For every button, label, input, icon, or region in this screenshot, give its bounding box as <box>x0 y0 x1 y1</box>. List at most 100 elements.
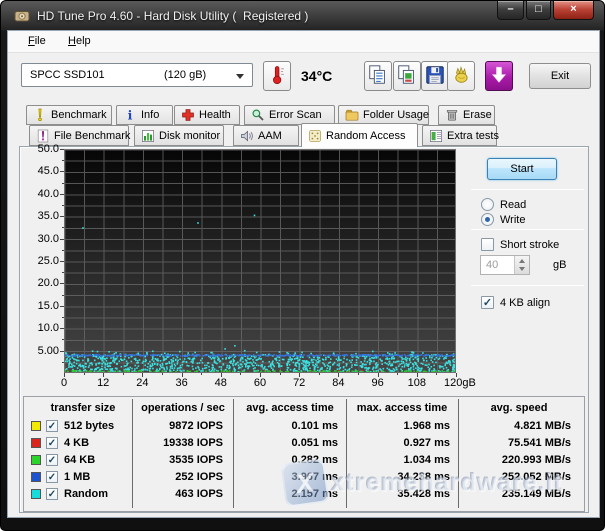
4kb-align-checkbox[interactable]: ✓ <box>481 296 494 309</box>
column-divider <box>458 399 459 508</box>
y-tick <box>60 306 64 307</box>
y-minor-tick <box>62 227 64 228</box>
row-ops: 463 IOPS <box>135 488 223 500</box>
exclaim-yellow-icon <box>33 108 47 122</box>
row-avg-speed: 4.821 MB/s <box>461 420 571 432</box>
tab-label: Error Scan <box>269 109 322 121</box>
send-button[interactable] <box>447 61 475 91</box>
write-radio[interactable] <box>481 213 494 226</box>
tab-error-scan[interactable]: Error Scan <box>244 105 335 125</box>
row-checkbox-64-kb[interactable]: ✓ <box>46 454 58 466</box>
table-header-3: avg. access time <box>237 402 343 414</box>
column-divider <box>346 399 347 508</box>
x-tick-label: 108 <box>402 377 432 389</box>
exclaim-purple-icon <box>36 129 50 143</box>
table-header-2: operations / sec <box>135 402 231 414</box>
tab-folder-usage[interactable]: Folder Usage <box>338 105 429 125</box>
row-avg-access: 0.051 ms <box>239 437 338 449</box>
minimize-button[interactable]: – <box>497 1 524 20</box>
tab-extra-tests[interactable]: Extra tests <box>422 125 497 146</box>
row-checkbox-1-mb[interactable]: ✓ <box>46 471 58 483</box>
divider <box>471 189 584 190</box>
drive-select-dropdown[interactable]: SPCC SSD101 (120 gB) <box>21 63 253 87</box>
trash-icon <box>445 108 459 122</box>
chevron-down-icon <box>236 74 244 79</box>
temperature-button[interactable] <box>263 61 291 91</box>
tab-info[interactable]: i Info <box>116 105 173 125</box>
row-checkbox-random[interactable]: ✓ <box>46 488 58 500</box>
row-label: 1 MB <box>64 471 90 483</box>
folder-icon <box>345 108 359 122</box>
row-label: 512 bytes <box>64 420 114 432</box>
tab-random-access[interactable]: Random Access <box>301 123 418 147</box>
row-checkbox-4-kb[interactable]: ✓ <box>46 437 58 449</box>
download-icon <box>488 77 510 89</box>
row-max-access: 34.238 ms <box>349 471 450 483</box>
y-tick-label: 40.0 <box>25 188 59 200</box>
spin-down-icon[interactable] <box>519 267 525 271</box>
extra-tests-icon <box>429 129 443 143</box>
tab-health[interactable]: Health <box>174 105 240 125</box>
start-button[interactable]: Start <box>487 158 557 180</box>
tab-label: Info <box>141 109 159 121</box>
magnifier-icon <box>251 108 265 122</box>
spin-up-icon[interactable] <box>519 259 525 263</box>
x-tick-label: 60 <box>245 377 275 389</box>
x-tick <box>456 373 457 377</box>
save-icon <box>424 77 446 89</box>
y-minor-tick <box>62 272 64 273</box>
exit-button[interactable]: Exit <box>529 63 591 89</box>
row-avg-access: 0.101 ms <box>239 420 338 432</box>
y-tick-label: 20.0 <box>25 277 59 289</box>
copy-image-icon <box>396 77 418 89</box>
x-tick-label: 96 <box>363 377 393 389</box>
read-radio[interactable] <box>481 198 494 211</box>
copy-image-button[interactable] <box>393 61 421 91</box>
row-max-access: 1.968 ms <box>349 420 450 432</box>
info-icon: i <box>123 108 137 122</box>
4kb-align-label[interactable]: 4 KB align <box>500 297 550 309</box>
tab-disk-monitor[interactable]: Disk monitor <box>134 125 224 146</box>
x-tick <box>338 373 339 377</box>
write-label[interactable]: Write <box>500 214 525 226</box>
download-button[interactable] <box>485 61 513 91</box>
save-button[interactable] <box>421 61 449 91</box>
short-stroke-label[interactable]: Short stroke <box>500 239 559 251</box>
x-tick-label: 84 <box>323 377 353 389</box>
tab-erase[interactable]: Erase <box>438 105 495 125</box>
tab-aam[interactable]: AAM <box>233 125 299 146</box>
thermometer-icon <box>266 77 288 89</box>
stroke-size-value: 40 <box>486 259 498 271</box>
y-tick <box>60 328 64 329</box>
short-stroke-checkbox[interactable] <box>481 238 494 251</box>
row-ops: 3535 IOPS <box>135 454 223 466</box>
table-header-4: max. access time <box>349 402 455 414</box>
copy-text-button[interactable] <box>364 61 392 91</box>
row-max-access: 1.034 ms <box>349 454 450 466</box>
stroke-size-spinner[interactable]: 40 <box>480 255 530 275</box>
menu-item-file[interactable]: File <box>22 35 52 47</box>
spinner-buttons[interactable] <box>514 256 529 274</box>
x-tick-label: 36 <box>167 377 197 389</box>
divider <box>471 285 584 286</box>
row-label: 4 KB <box>64 437 89 449</box>
x-tick <box>378 373 379 377</box>
y-minor-tick <box>62 317 64 318</box>
x-tick-label: 48 <box>206 377 236 389</box>
svg-text:i: i <box>128 108 133 122</box>
row-avg-speed: 235.149 MB/s <box>461 488 571 500</box>
read-label[interactable]: Read <box>500 199 526 211</box>
x-tick-label: 72 <box>284 377 314 389</box>
menu-bar: File Help <box>8 31 599 53</box>
close-button[interactable]: × <box>553 1 594 20</box>
menu-item-help[interactable]: Help <box>62 35 97 47</box>
tab-label: Random Access <box>326 130 405 142</box>
row-checkbox-512-bytes[interactable]: ✓ <box>46 420 58 432</box>
tab-benchmark[interactable]: Benchmark <box>26 105 112 125</box>
title-bar[interactable]: HD Tune Pro 4.60 - Hard Disk Utility ( R… <box>1 1 604 30</box>
maximize-button[interactable]: □ <box>526 1 551 20</box>
table-header-5: avg. speed <box>461 402 577 414</box>
row-avg-speed: 75.541 MB/s <box>461 437 571 449</box>
row-ops: 9872 IOPS <box>135 420 223 432</box>
row-label: 64 KB <box>64 454 95 466</box>
